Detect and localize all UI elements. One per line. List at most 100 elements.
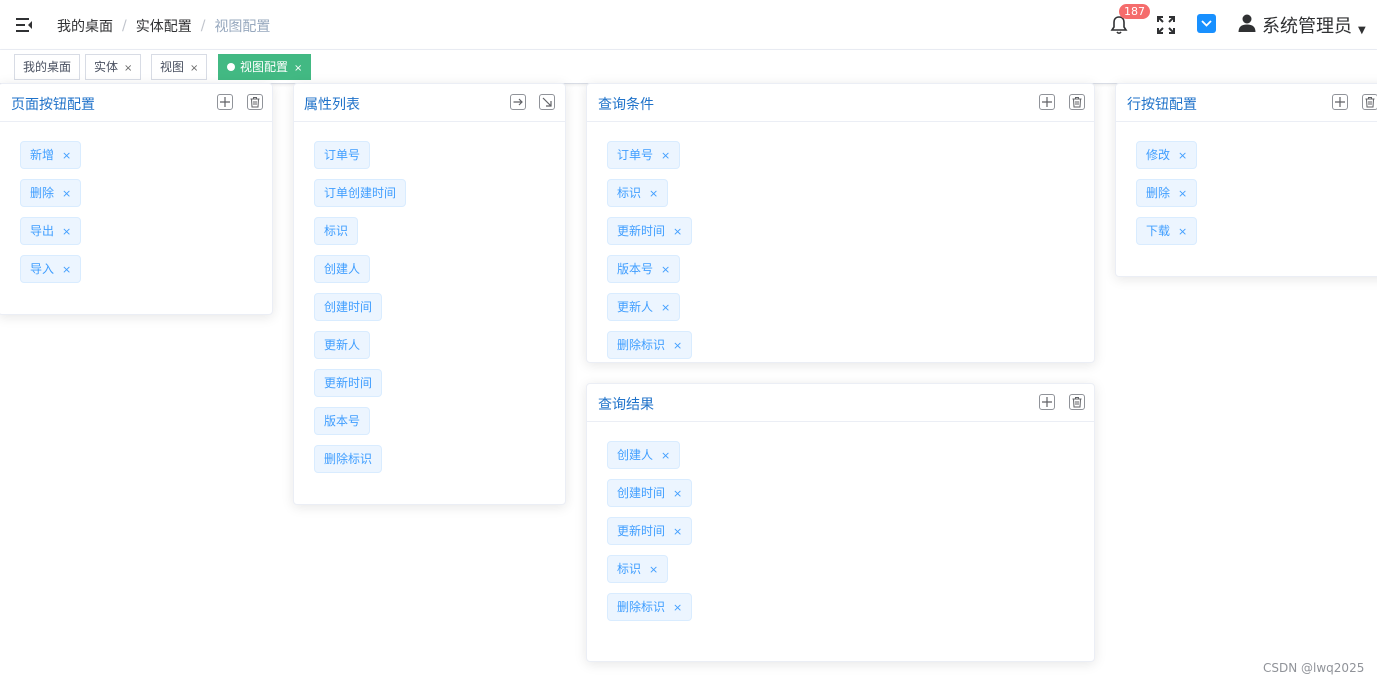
tag-close-icon[interactable]: × bbox=[673, 481, 682, 507]
tag-close-icon[interactable]: × bbox=[673, 333, 682, 359]
panel-page-buttons: 页面按钮配置 新增 × 删除 × 导出 × 导入 × bbox=[0, 83, 273, 315]
list-item[interactable]: 更新时间 × bbox=[607, 217, 693, 245]
tab-label: 实体 bbox=[94, 60, 119, 74]
list-item[interactable]: 删除标识 × bbox=[607, 331, 693, 359]
active-dot-icon bbox=[227, 63, 235, 71]
delete-icon[interactable] bbox=[1069, 94, 1085, 110]
list-item[interactable]: 删除 × bbox=[1136, 179, 1198, 207]
tab-view-config[interactable]: 视图配置 × bbox=[218, 54, 312, 81]
list-item[interactable]: 更新时间 bbox=[314, 369, 383, 397]
panel-title: 查询结果 bbox=[598, 397, 654, 413]
tag-label: 导入 bbox=[30, 262, 55, 276]
tag-close-icon[interactable]: × bbox=[62, 257, 71, 283]
breadcrumb-item-entity-config[interactable]: 实体配置 bbox=[136, 16, 192, 36]
tag-close-icon[interactable]: × bbox=[661, 295, 670, 321]
tag-label: 更新人 bbox=[324, 338, 361, 352]
list-item[interactable]: 导入 × bbox=[20, 255, 82, 283]
add-icon[interactable] bbox=[1039, 94, 1055, 110]
user-dropdown[interactable]: 系统管理员 ▼ bbox=[1237, 12, 1366, 38]
user-avatar-icon bbox=[1237, 13, 1257, 37]
watermark: CSDN @lwq2025 bbox=[1263, 661, 1365, 675]
list-item[interactable]: 订单号 bbox=[314, 141, 371, 169]
tag-label: 导出 bbox=[30, 224, 55, 238]
tag-label: 删除 bbox=[30, 186, 55, 200]
tag-close-icon[interactable]: × bbox=[1178, 143, 1187, 169]
tab-desktop[interactable]: 我的桌面 bbox=[14, 54, 81, 80]
add-icon[interactable] bbox=[1332, 94, 1348, 110]
breadcrumb-separator: / bbox=[200, 18, 206, 34]
tag-label: 删除标识 bbox=[617, 600, 666, 614]
tag-close-icon[interactable]: × bbox=[62, 181, 71, 207]
hamburger-menu-icon[interactable] bbox=[14, 15, 34, 35]
tag-close-icon[interactable]: × bbox=[673, 519, 682, 545]
list-item[interactable]: 导出 × bbox=[20, 217, 82, 245]
list-item[interactable]: 标识 × bbox=[607, 555, 669, 583]
list-item[interactable]: 创建人 × bbox=[607, 441, 681, 469]
tag-close-icon[interactable]: × bbox=[661, 143, 670, 169]
tab-close-icon[interactable]: × bbox=[124, 57, 132, 81]
tab-close-icon[interactable]: × bbox=[294, 57, 302, 81]
tab-close-icon[interactable]: × bbox=[190, 57, 198, 81]
tag-close-icon[interactable]: × bbox=[1178, 181, 1187, 207]
tag-close-icon[interactable]: × bbox=[661, 257, 670, 283]
list-item[interactable]: 更新时间 × bbox=[607, 517, 693, 545]
panel-title: 查询条件 bbox=[598, 97, 654, 113]
tab-entity[interactable]: 实体 × bbox=[85, 54, 142, 81]
tag-label: 删除标识 bbox=[324, 452, 373, 466]
list-item[interactable]: 删除标识 × bbox=[607, 593, 693, 621]
tag-label: 标识 bbox=[617, 562, 642, 576]
tag-label: 更新人 bbox=[617, 300, 654, 314]
add-icon[interactable] bbox=[1039, 394, 1055, 410]
breadcrumb: 我的桌面 / 实体配置 / 视图配置 bbox=[57, 16, 270, 36]
fullscreen-icon[interactable] bbox=[1156, 15, 1176, 35]
arrow-right-icon[interactable] bbox=[510, 94, 526, 110]
list-item[interactable]: 版本号 bbox=[314, 407, 371, 435]
list-item[interactable]: 创建人 bbox=[314, 255, 371, 283]
tag-close-icon[interactable]: × bbox=[649, 181, 658, 207]
panel-header: 属性列表 bbox=[294, 84, 565, 122]
panel-attributes: 属性列表 订单号 订单创建时间 标识 创建人 创建时间 更新人 更新时间 版本号… bbox=[293, 83, 566, 505]
tag-close-icon[interactable]: × bbox=[649, 557, 658, 583]
tag-close-icon[interactable]: × bbox=[1178, 219, 1187, 245]
tag-label: 更新时间 bbox=[324, 376, 373, 390]
tag-label: 标识 bbox=[617, 186, 642, 200]
tag-label: 订单号 bbox=[324, 148, 361, 162]
list-item[interactable]: 下载 × bbox=[1136, 217, 1198, 245]
arrow-down-right-icon[interactable] bbox=[539, 94, 555, 110]
size-select-icon[interactable] bbox=[1197, 14, 1216, 33]
tag-label: 订单创建时间 bbox=[324, 186, 397, 200]
tag-close-icon[interactable]: × bbox=[62, 143, 71, 169]
delete-icon[interactable] bbox=[1362, 94, 1377, 110]
list-item[interactable]: 版本号 × bbox=[607, 255, 681, 283]
list-item[interactable]: 标识 × bbox=[607, 179, 669, 207]
panel-header: 行按钮配置 bbox=[1116, 84, 1377, 122]
list-item[interactable]: 订单号 × bbox=[607, 141, 681, 169]
list-item[interactable]: 删除 × bbox=[20, 179, 82, 207]
panel-title: 页面按钮配置 bbox=[11, 97, 95, 113]
add-icon[interactable] bbox=[217, 94, 233, 110]
list-item[interactable]: 创建时间 bbox=[314, 293, 383, 321]
tag-label: 新增 bbox=[30, 148, 55, 162]
list-item[interactable]: 创建时间 × bbox=[607, 479, 693, 507]
tag-label: 删除 bbox=[1146, 186, 1171, 200]
list-item[interactable]: 标识 bbox=[314, 217, 359, 245]
list-item[interactable]: 新增 × bbox=[20, 141, 82, 169]
list-item[interactable]: 删除标识 bbox=[314, 445, 383, 473]
list-item[interactable]: 订单创建时间 bbox=[314, 179, 407, 207]
tag-close-icon[interactable]: × bbox=[62, 219, 71, 245]
delete-icon[interactable] bbox=[1069, 394, 1085, 410]
breadcrumb-item-desktop[interactable]: 我的桌面 bbox=[57, 16, 113, 36]
tab-label: 视图配置 bbox=[240, 60, 289, 74]
tag-close-icon[interactable]: × bbox=[673, 595, 682, 621]
tag-label: 版本号 bbox=[324, 414, 361, 428]
tag-label: 订单号 bbox=[617, 148, 654, 162]
tag-label: 版本号 bbox=[617, 262, 654, 276]
tag-close-icon[interactable]: × bbox=[661, 443, 670, 469]
tab-view[interactable]: 视图 × bbox=[151, 54, 208, 81]
tag-label: 创建时间 bbox=[617, 486, 666, 500]
tag-close-icon[interactable]: × bbox=[673, 219, 682, 245]
list-item[interactable]: 更新人 × bbox=[607, 293, 681, 321]
list-item[interactable]: 更新人 bbox=[314, 331, 371, 359]
list-item[interactable]: 修改 × bbox=[1136, 141, 1198, 169]
delete-icon[interactable] bbox=[247, 94, 263, 110]
